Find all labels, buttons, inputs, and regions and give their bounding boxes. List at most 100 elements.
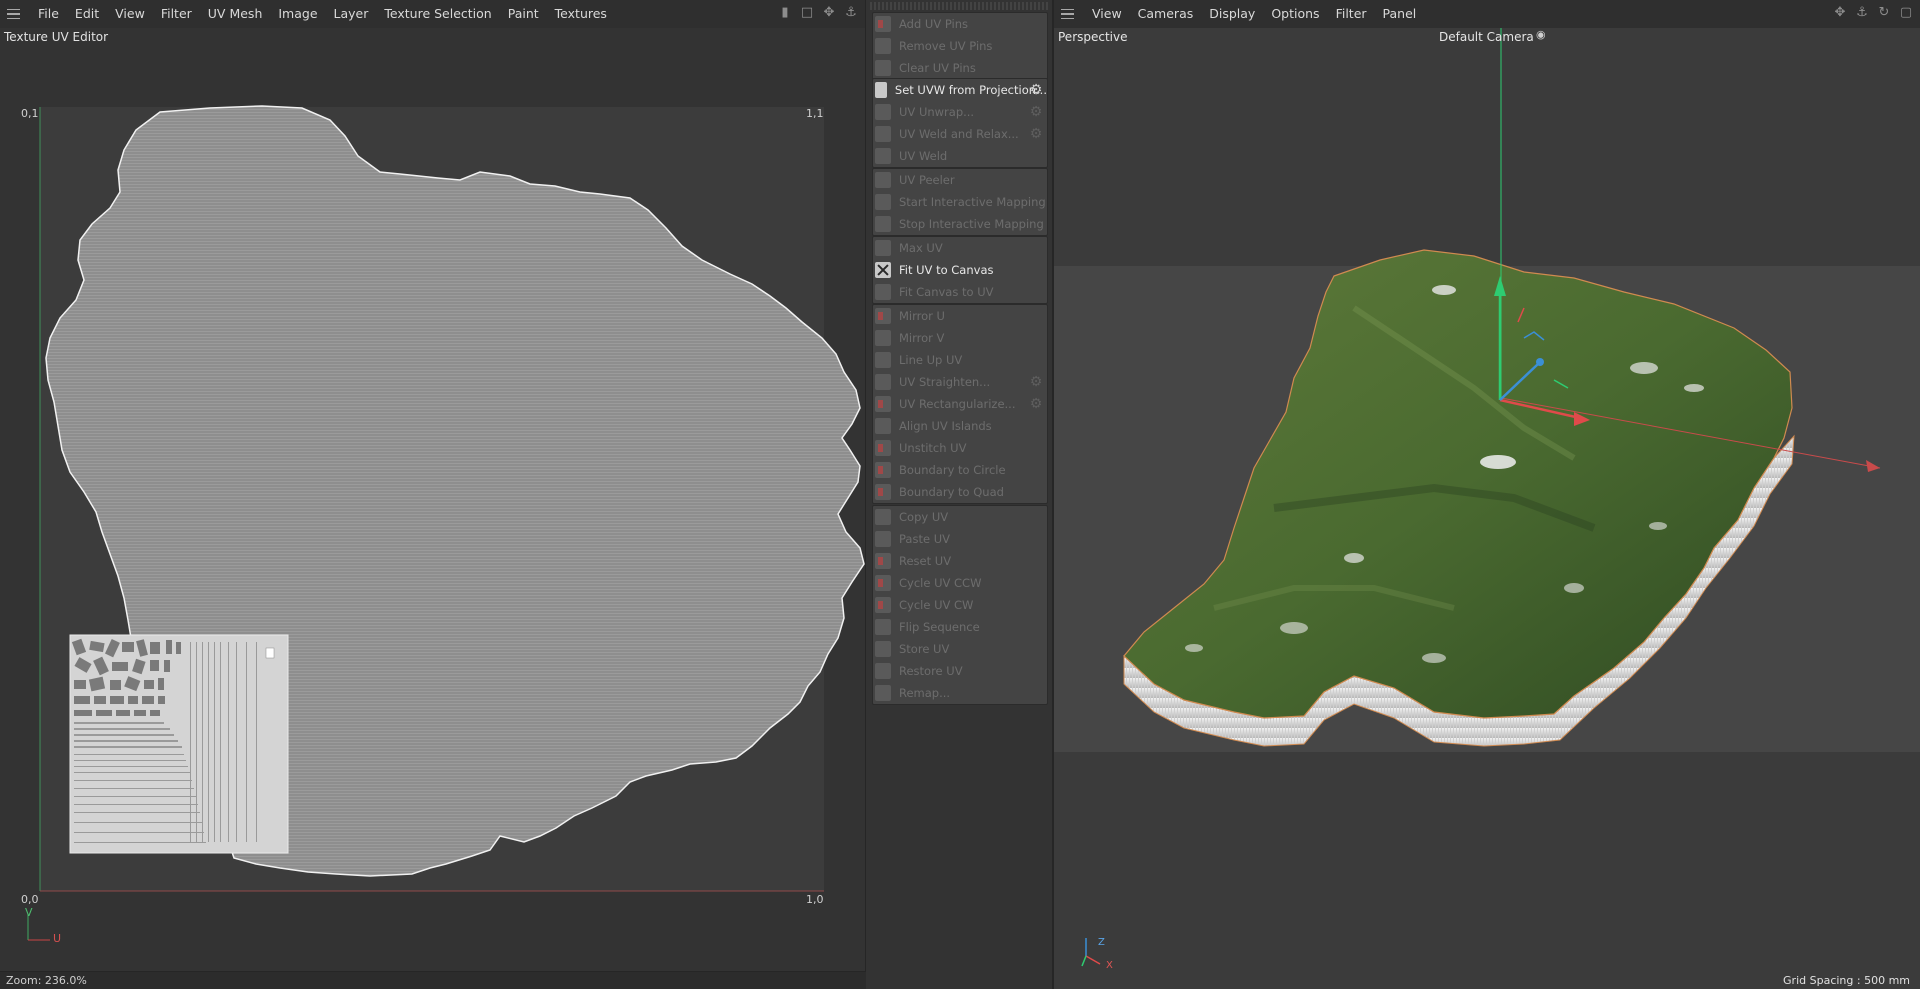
menu-image[interactable]: Image: [270, 0, 325, 28]
u-axis-label: U: [53, 932, 62, 945]
menu-file[interactable]: File: [30, 0, 67, 28]
menu-panel[interactable]: Panel: [1375, 0, 1425, 28]
straighten-icon: [875, 374, 891, 390]
menu-layer[interactable]: Layer: [326, 0, 377, 28]
cmd-set-uvw-from-projection[interactable]: Set UVW from Projection... ⚙: [873, 79, 1047, 101]
command-group-mapping: UV Peeler Start Interactive Mapping Stop…: [872, 168, 1048, 236]
panel-title: Texture UV Editor: [4, 30, 109, 44]
cycle-ccw-icon: [875, 575, 891, 591]
cmd-remap[interactable]: Remap...: [873, 682, 1047, 704]
uv-corner-bottom-right: 1,0: [806, 893, 824, 906]
uv-toolbar-right: ▮ □ ✥ ⚓: [777, 5, 859, 21]
histogram-icon[interactable]: ▮: [777, 5, 793, 21]
menu-view[interactable]: View: [1084, 0, 1130, 28]
cmd-add-uv-pins[interactable]: Add UV Pins: [873, 13, 1047, 35]
store-icon: [875, 641, 891, 657]
uv-corner-top-right: 1,1: [806, 107, 824, 120]
cmd-align-uv-islands[interactable]: Align UV Islands: [873, 415, 1047, 437]
menu-edit[interactable]: Edit: [67, 0, 107, 28]
cmd-boundary-to-quad[interactable]: Boundary to Quad: [873, 481, 1047, 503]
pin-remove-icon: [875, 38, 891, 54]
cmd-unstitch-uv[interactable]: Unstitch UV: [873, 437, 1047, 459]
cmd-flip-sequence[interactable]: Flip Sequence: [873, 616, 1047, 638]
menu-cameras[interactable]: Cameras: [1130, 0, 1202, 28]
hamburger-menu-icon[interactable]: [2, 0, 24, 28]
command-group-pins: Add UV Pins Remove UV Pins Clear UV Pins: [872, 12, 1048, 80]
uv-menubar: File Edit View Filter UV Mesh Image Laye…: [0, 0, 865, 28]
quad-icon: [875, 484, 891, 500]
cmd-max-uv[interactable]: Max UV: [873, 237, 1047, 259]
anchor-icon[interactable]: ⚓: [843, 5, 859, 21]
fit-canvas-icon: [875, 284, 891, 300]
camera-icon[interactable]: ◉: [1536, 28, 1546, 41]
menu-options[interactable]: Options: [1263, 0, 1327, 28]
cmd-remove-uv-pins[interactable]: Remove UV Pins: [873, 35, 1047, 57]
menu-textures[interactable]: Textures: [547, 0, 615, 28]
uv-corner-top-left: 0,1: [21, 107, 39, 120]
uv-corner-bottom-left: 0,0: [21, 893, 39, 906]
rotate-icon[interactable]: ↻: [1876, 5, 1892, 21]
cmd-store-uv[interactable]: Store UV: [873, 638, 1047, 660]
viewport-mode-label[interactable]: Perspective: [1058, 30, 1128, 44]
remap-icon: [875, 685, 891, 701]
cmd-uv-weld[interactable]: UV Weld: [873, 145, 1047, 167]
cmd-uv-peeler[interactable]: UV Peeler: [873, 169, 1047, 191]
cmd-restore-uv[interactable]: Restore UV: [873, 660, 1047, 682]
cmd-start-interactive-mapping[interactable]: Start Interactive Mapping: [873, 191, 1047, 213]
settings-gear-icon[interactable]: ⚙: [1028, 104, 1044, 120]
settings-gear-icon[interactable]: ⚙: [1028, 396, 1044, 412]
hamburger-menu-icon[interactable]: [1056, 0, 1078, 28]
cmd-line-up-uv[interactable]: Line Up UV: [873, 349, 1047, 371]
fit-uv-icon: [875, 262, 891, 278]
lock-icon[interactable]: □: [799, 5, 815, 21]
move-icon[interactable]: ✥: [821, 5, 837, 21]
palette-grip-handle[interactable]: [870, 2, 1050, 10]
menu-view[interactable]: View: [107, 0, 153, 28]
menu-uv-mesh[interactable]: UV Mesh: [200, 0, 271, 28]
cmd-mirror-u[interactable]: Mirror U: [873, 305, 1047, 327]
menu-paint[interactable]: Paint: [500, 0, 547, 28]
cmd-fit-uv-to-canvas[interactable]: Fit UV to Canvas: [873, 259, 1047, 281]
anchor-icon[interactable]: ⚓: [1854, 5, 1870, 21]
settings-gear-icon[interactable]: ⚙: [1028, 374, 1044, 390]
cmd-clear-uv-pins[interactable]: Clear UV Pins: [873, 57, 1047, 79]
circle-icon: [875, 462, 891, 478]
start-mapping-icon: [875, 194, 891, 210]
cmd-uv-straighten[interactable]: UV Straighten... ⚙: [873, 371, 1047, 393]
cmd-cycle-uv-cw[interactable]: Cycle UV CW: [873, 594, 1047, 616]
maximize-icon[interactable]: ▢: [1898, 5, 1914, 21]
cmd-mirror-v[interactable]: Mirror V: [873, 327, 1047, 349]
axis-x-label: X: [1106, 960, 1113, 971]
stop-mapping-icon: [875, 216, 891, 232]
cmd-copy-uv[interactable]: Copy UV: [873, 506, 1047, 528]
cmd-fit-canvas-to-uv[interactable]: Fit Canvas to UV: [873, 281, 1047, 303]
command-group-clipboard: Copy UV Paste UV Reset UV Cycle UV CCW C…: [872, 505, 1048, 705]
menu-filter[interactable]: Filter: [153, 0, 200, 28]
move-icon[interactable]: ✥: [1832, 5, 1848, 21]
settings-gear-icon[interactable]: ⚙: [1028, 126, 1044, 142]
cmd-uv-rectangularize[interactable]: UV Rectangularize... ⚙: [873, 393, 1047, 415]
menu-display[interactable]: Display: [1201, 0, 1263, 28]
cmd-stop-interactive-mapping[interactable]: Stop Interactive Mapping: [873, 213, 1047, 235]
uv-islands-packed[interactable]: [69, 634, 289, 854]
menu-texture-selection[interactable]: Texture Selection: [376, 0, 499, 28]
copy-icon: [875, 509, 891, 525]
rectangularize-icon: [875, 396, 891, 412]
cmd-cycle-uv-ccw[interactable]: Cycle UV CCW: [873, 572, 1047, 594]
viewport-canvas[interactable]: [1054, 28, 1920, 989]
cmd-uv-unwrap[interactable]: UV Unwrap... ⚙: [873, 101, 1047, 123]
cmd-boundary-to-circle[interactable]: Boundary to Circle: [873, 459, 1047, 481]
mirror-u-icon: [875, 308, 891, 324]
settings-gear-icon[interactable]: ⚙: [1028, 82, 1044, 98]
texture-uv-editor-panel: File Edit View Filter UV Mesh Image Laye…: [0, 0, 866, 989]
camera-label[interactable]: Default Camera: [1439, 30, 1534, 44]
perspective-viewport-panel: View Cameras Display Options Filter Pane…: [1052, 0, 1920, 989]
uv-command-palette: Add UV Pins Remove UV Pins Clear UV Pins…: [868, 0, 1052, 989]
uv-canvas[interactable]: [0, 46, 866, 976]
cmd-reset-uv[interactable]: Reset UV: [873, 550, 1047, 572]
menu-filter[interactable]: Filter: [1328, 0, 1375, 28]
align-icon: [875, 418, 891, 434]
cmd-paste-uv[interactable]: Paste UV: [873, 528, 1047, 550]
cmd-uv-weld-and-relax[interactable]: UV Weld and Relax... ⚙: [873, 123, 1047, 145]
pin-clear-icon: [875, 60, 891, 76]
